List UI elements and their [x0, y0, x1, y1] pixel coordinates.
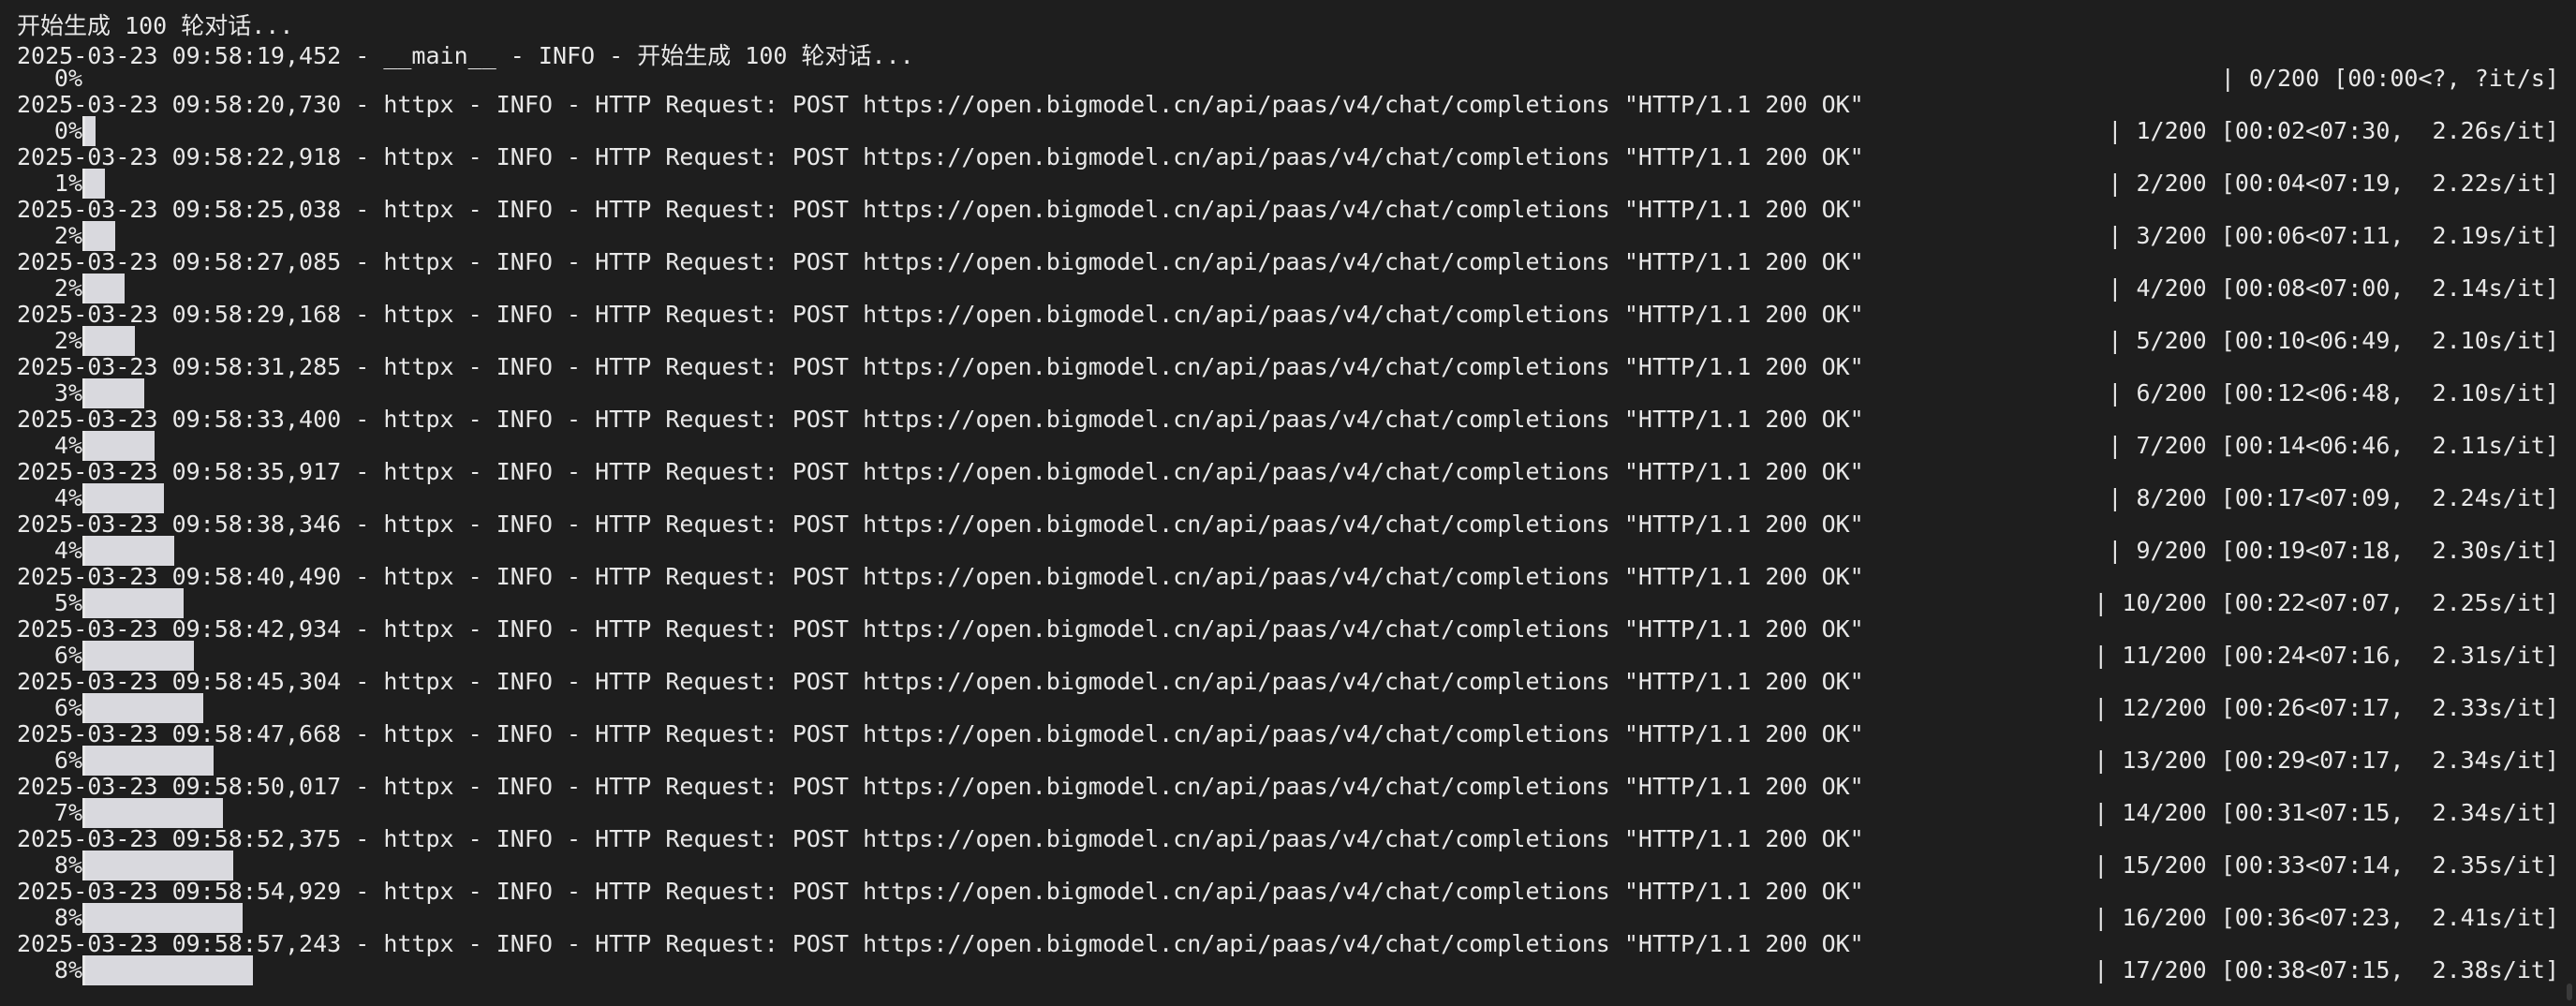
- progress-stats: | 9/200 [00:19<07:18, 2.30s/it]: [2108, 537, 2559, 564]
- progress-stats: | 7/200 [00:14<06:46, 2.11s/it]: [2108, 432, 2559, 459]
- progress-stats: | 10/200 [00:22<07:07, 2.25s/it]: [2094, 589, 2559, 616]
- progress-stats: | 17/200 [00:38<07:15, 2.38s/it]: [2094, 956, 2559, 984]
- progress-bar-fill: [85, 955, 253, 985]
- progress-stats: | 5/200 [00:10<06:49, 2.10s/it]: [2108, 327, 2559, 354]
- progress-stats: | 13/200 [00:29<07:17, 2.34s/it]: [2094, 747, 2559, 774]
- progress-stats: | 16/200 [00:36<07:23, 2.41s/it]: [2094, 904, 2559, 931]
- terminal-window[interactable]: 开始生成 100 轮对话... 2025-03-23 09:58:19,452 …: [0, 0, 2576, 1006]
- progress-stats: | 14/200 [00:31<07:15, 2.34s/it]: [2094, 799, 2559, 826]
- progress-stats: | 1/200 [00:02<07:30, 2.26s/it]: [2108, 117, 2559, 144]
- progress-line: 8% | 17/200 [00:38<07:15, 2.38s/it]: [17, 944, 2559, 997]
- progress-stats: | 3/200 [00:06<07:11, 2.19s/it]: [2108, 222, 2559, 249]
- scrollbar-thumb[interactable]: [2567, 984, 2572, 1000]
- progress-stats: | 12/200 [00:26<07:17, 2.33s/it]: [2094, 694, 2559, 721]
- progress-stats: | 11/200 [00:24<07:16, 2.31s/it]: [2094, 642, 2559, 669]
- progress-percent: 8%: [53, 956, 82, 984]
- progress-stats: | 15/200 [00:33<07:14, 2.35s/it]: [2094, 851, 2559, 879]
- progress-stats: | 4/200 [00:08<07:00, 2.14s/it]: [2108, 274, 2559, 302]
- progress-stats: | 2/200 [00:04<07:19, 2.22s/it]: [2108, 170, 2559, 197]
- progress-stats: | 0/200 [00:00<?, ?it/s]: [2220, 65, 2559, 92]
- progress-stats: | 8/200 [00:17<07:09, 2.24s/it]: [2108, 484, 2559, 511]
- progress-stats: | 6/200 [00:12<06:48, 2.10s/it]: [2108, 379, 2559, 407]
